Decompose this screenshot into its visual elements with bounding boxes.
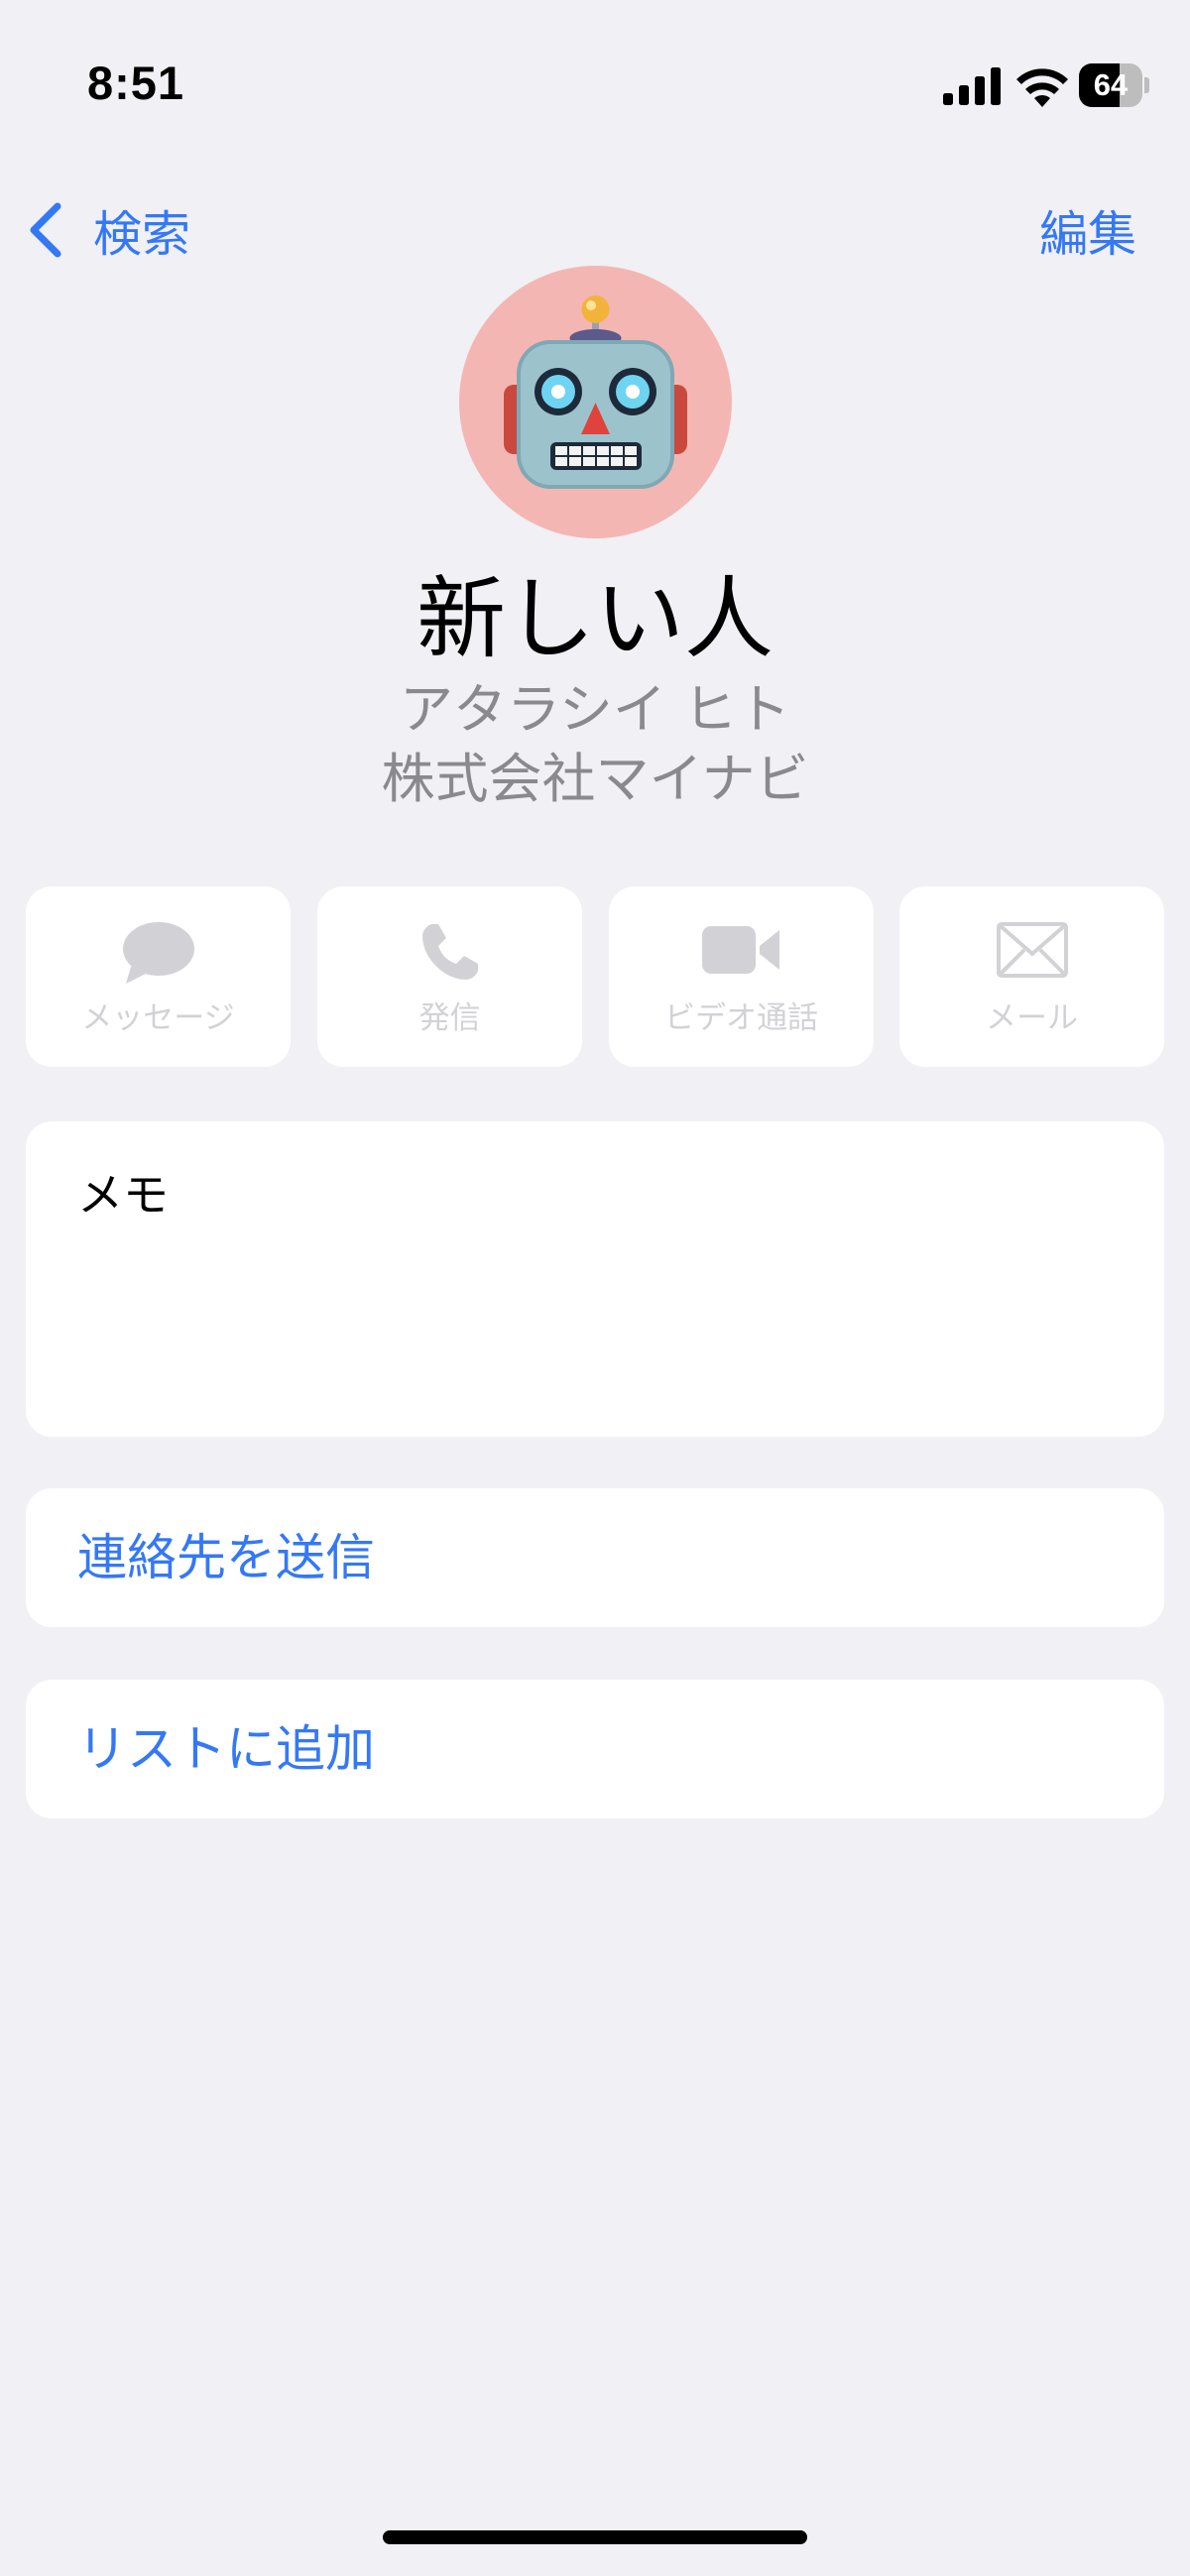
message-button-label: メッセージ	[81, 1000, 235, 1036]
send-contact-button[interactable]: 連絡先を送信	[26, 1488, 1164, 1627]
call-button[interactable]: 発信	[317, 886, 582, 1067]
chevron-left-icon	[30, 202, 61, 258]
add-to-list-button[interactable]: リストに追加	[26, 1680, 1164, 1818]
send-contact-label: 連絡先を送信	[77, 1529, 375, 1586]
contact-company: 株式会社マイナビ	[381, 748, 809, 810]
message-button[interactable]: メッセージ	[26, 886, 291, 1067]
contact-name: 新しい人	[416, 567, 774, 671]
memo-label: メモ	[77, 1168, 169, 1222]
home-indicator[interactable]	[383, 2530, 807, 2544]
battery-level: 64	[1093, 67, 1129, 102]
message-bubble-icon	[122, 922, 194, 984]
video-call-button[interactable]: ビデオ通話	[609, 886, 874, 1067]
battery-icon: 64	[1079, 63, 1150, 109]
mail-button[interactable]: メール	[899, 886, 1164, 1067]
video-call-button-label: ビデオ通話	[664, 1000, 818, 1036]
video-camera-icon	[701, 926, 779, 974]
mail-envelope-icon	[996, 922, 1068, 978]
back-button-label: 検索	[93, 205, 191, 263]
contact-actions: メッセージ 発信 ビデオ通話 メール	[26, 886, 1164, 1067]
edit-button[interactable]: 編集	[1039, 194, 1136, 266]
add-to-list-label: リストに追加	[77, 1720, 375, 1778]
contact-phonetic-name: アタラシイ ヒト	[399, 678, 791, 741]
avatar[interactable]	[459, 266, 732, 538]
phone-icon	[421, 924, 478, 980]
robot-icon	[504, 295, 687, 489]
call-button-label: 発信	[418, 1000, 481, 1036]
memo-field[interactable]: メモ	[26, 1121, 1164, 1437]
wifi-icon	[1016, 68, 1068, 107]
mail-button-label: メール	[986, 1000, 1078, 1036]
status-time: 8:51	[87, 57, 185, 109]
cellular-signal-icon	[943, 67, 1001, 105]
back-button[interactable]: 検索	[26, 194, 190, 266]
